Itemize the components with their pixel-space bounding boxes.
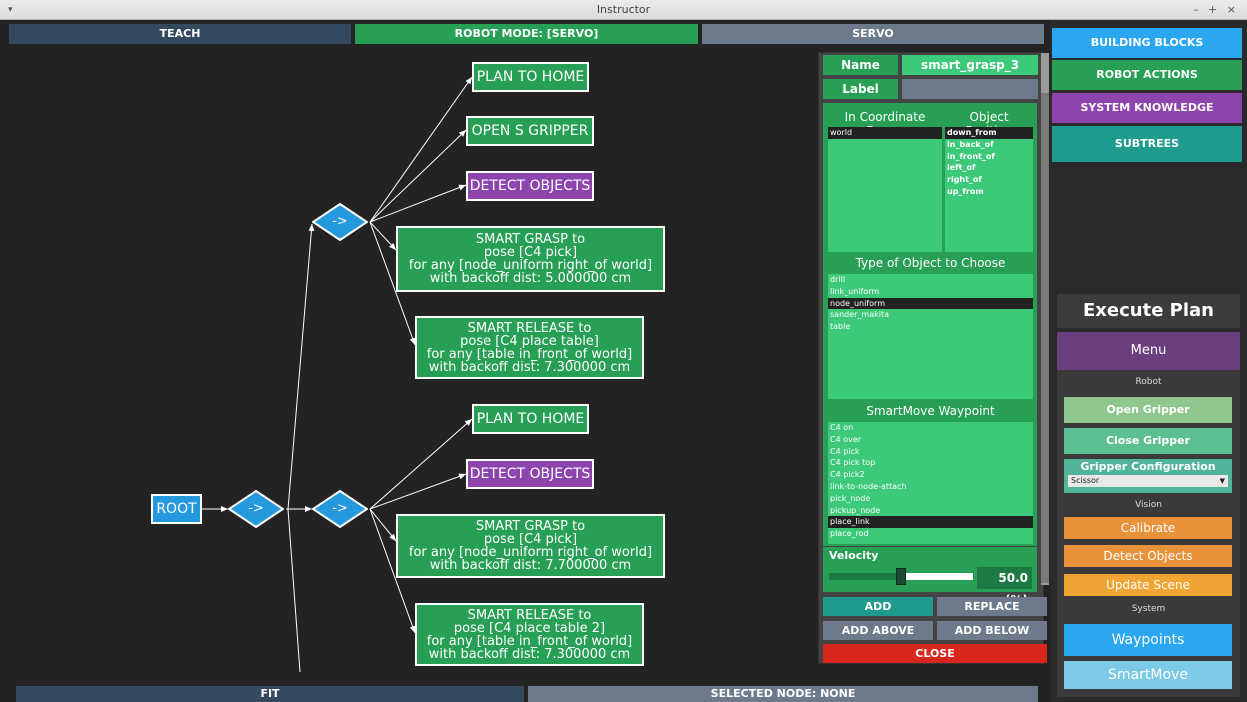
gripper-config-label: Gripper Configuration [1080, 460, 1216, 473]
plan-to-home-node[interactable]: PLAN TO HOME [472, 404, 589, 434]
waypoints-button[interactable]: Waypoints [1064, 624, 1232, 656]
window-controls[interactable]: – + × [1193, 0, 1239, 20]
add-above-button[interactable]: ADD ABOVE [823, 621, 933, 640]
smart-grasp-node[interactable]: SMART GRASP to pose [C4 pick] for any [n… [396, 226, 665, 292]
sequence-node[interactable]: -> [228, 490, 284, 528]
list-item[interactable]: up_from [945, 186, 1033, 198]
system-section-label: System [1131, 604, 1166, 614]
node-text: SMART RELEASE to [467, 607, 592, 623]
list-item[interactable]: C4 pick top [828, 457, 1033, 469]
list-item[interactable]: C4 pick [828, 446, 1033, 458]
close-button[interactable]: CLOSE [823, 644, 1047, 663]
node-text: with backoff dist: 7.700000 cm [429, 558, 632, 573]
node-text: with backoff dist: 7.300000 cm [428, 359, 631, 375]
list-item[interactable]: pick_node [828, 493, 1033, 505]
update-scene-button[interactable]: Update Scene [1064, 574, 1232, 596]
menu-header[interactable]: Menu [1057, 332, 1240, 370]
smart-grasp-node[interactable]: SMART GRASP to pose [C4 pick] for any [n… [396, 514, 665, 578]
open-gripper-node[interactable]: OPEN S GRIPPER [466, 116, 594, 146]
replace-button[interactable]: REPLACE [937, 597, 1047, 616]
fit-button[interactable]: FIT [16, 686, 524, 702]
system-knowledge-tab[interactable]: SYSTEM KNOWLEDGE [1052, 93, 1242, 123]
name-label: Name [823, 55, 898, 75]
node-text: PLAN TO HOME [476, 68, 585, 85]
smartmove-button[interactable]: SmartMove [1064, 661, 1232, 689]
plan-to-home-node[interactable]: PLAN TO HOME [472, 62, 589, 92]
label-field[interactable] [902, 79, 1038, 99]
gripper-config-select[interactable]: Scissor ▼ [1068, 475, 1228, 487]
list-item[interactable]: node_uniform [828, 297, 1033, 310]
selected-node-indicator: SELECTED NODE: NONE [528, 686, 1038, 702]
gripper-config-group: Gripper Configuration Scissor ▼ [1064, 459, 1232, 493]
node-text: with backoff dist: 7.300000 cm [428, 646, 631, 662]
list-item[interactable]: in_front_of [945, 151, 1033, 163]
execute-plan-button[interactable]: Execute Plan [1057, 294, 1240, 328]
node-text: DETECT OBJECTS [469, 465, 591, 482]
sequence-node-label: -> [332, 501, 348, 516]
list-item[interactable]: C4 over [828, 434, 1033, 446]
node-text: PLAN TO HOME [476, 410, 585, 427]
list-item[interactable]: link-to-node-attach [828, 481, 1033, 493]
sequence-node[interactable]: -> [312, 203, 368, 241]
node-text: DETECT OBJECTS [469, 177, 591, 194]
gripper-config-value: Scissor [1071, 476, 1100, 485]
list-item[interactable]: sander_makita [828, 309, 1033, 321]
list-item[interactable]: drill [828, 274, 1033, 286]
scrollbar-thumb[interactable] [1041, 93, 1049, 583]
tree-root-node[interactable]: ROOT [151, 494, 202, 524]
object-type-list[interactable]: drill link_uniform node_uniform sander_m… [828, 274, 1033, 399]
robot-section-label: Robot [1135, 377, 1162, 387]
velocity-slider-handle[interactable] [896, 568, 906, 585]
node-text: for any [table in_front_of world] [426, 633, 633, 649]
waypoint-title: SmartMove Waypoint [866, 404, 995, 418]
name-field[interactable]: smart_grasp_3 [902, 55, 1038, 75]
list-item[interactable]: down_from [945, 127, 1033, 139]
detect-objects-button[interactable]: Detect Objects [1064, 545, 1232, 567]
list-item[interactable]: world [828, 127, 942, 139]
node-text: pose [C4 place table 2] [453, 620, 606, 636]
calibrate-button[interactable]: Calibrate [1064, 517, 1232, 539]
node-text: pose [C4 place table] [460, 333, 599, 349]
detect-objects-node[interactable]: DETECT OBJECTS [466, 171, 594, 201]
list-item[interactable]: left_of [945, 162, 1033, 174]
close-gripper-button[interactable]: Close Gripper [1064, 428, 1232, 454]
list-item[interactable]: table [828, 321, 1033, 333]
label-label: Label [823, 79, 898, 99]
velocity-slider-fill [829, 573, 901, 580]
velocity-value: 50.0 (%) [977, 567, 1032, 607]
waypoint-list[interactable]: C4 on C4 over C4 pick C4 pick top C4 pic… [828, 422, 1033, 544]
smart-release-node[interactable]: SMART RELEASE to pose [C4 place table] f… [415, 316, 644, 379]
node-text: SMART RELEASE to [467, 320, 592, 336]
smart-release-node[interactable]: SMART RELEASE to pose [C4 place table 2]… [415, 603, 644, 666]
sequence-node[interactable]: -> [312, 490, 368, 528]
add-below-button[interactable]: ADD BELOW [937, 621, 1047, 640]
sequence-node-label: -> [248, 501, 264, 516]
sequence-node-label: -> [332, 214, 348, 229]
open-gripper-button[interactable]: Open Gripper [1064, 397, 1232, 423]
coord-frame-list[interactable]: world [828, 127, 942, 252]
building-blocks-tab[interactable]: BUILDING BLOCKS [1052, 28, 1242, 58]
velocity-label: Velocity [829, 549, 879, 562]
list-item[interactable]: in_back_of [945, 139, 1033, 151]
panel-scrollbar[interactable] [1041, 53, 1049, 585]
chevron-down-icon: ▼ [1219, 477, 1225, 485]
add-button[interactable]: ADD [823, 597, 933, 616]
node-text: for any [table in_front_of world] [426, 346, 633, 362]
vision-section-label: Vision [1135, 500, 1162, 510]
detect-objects-node[interactable]: DETECT OBJECTS [466, 459, 594, 489]
robot-actions-tab[interactable]: ROBOT ACTIONS [1052, 60, 1242, 90]
list-item[interactable]: C4 pick2 [828, 469, 1033, 481]
list-item[interactable]: C4 on [828, 422, 1033, 434]
list-item[interactable]: link_uniform [828, 286, 1033, 298]
list-item[interactable]: pickup_node [828, 505, 1033, 517]
object-position-list[interactable]: down_from in_back_of in_front_of left_of… [945, 127, 1033, 252]
list-item[interactable]: place_rod [828, 528, 1033, 540]
list-item[interactable]: place_link [828, 516, 1033, 529]
subtrees-tab[interactable]: SUBTREES [1052, 126, 1242, 162]
list-item[interactable]: right_of [945, 174, 1033, 186]
object-type-title: Type of Object to Choose [855, 256, 1006, 270]
node-text: with backoff dist: 5.000000 cm [429, 271, 632, 286]
node-text: OPEN S GRIPPER [471, 122, 589, 139]
